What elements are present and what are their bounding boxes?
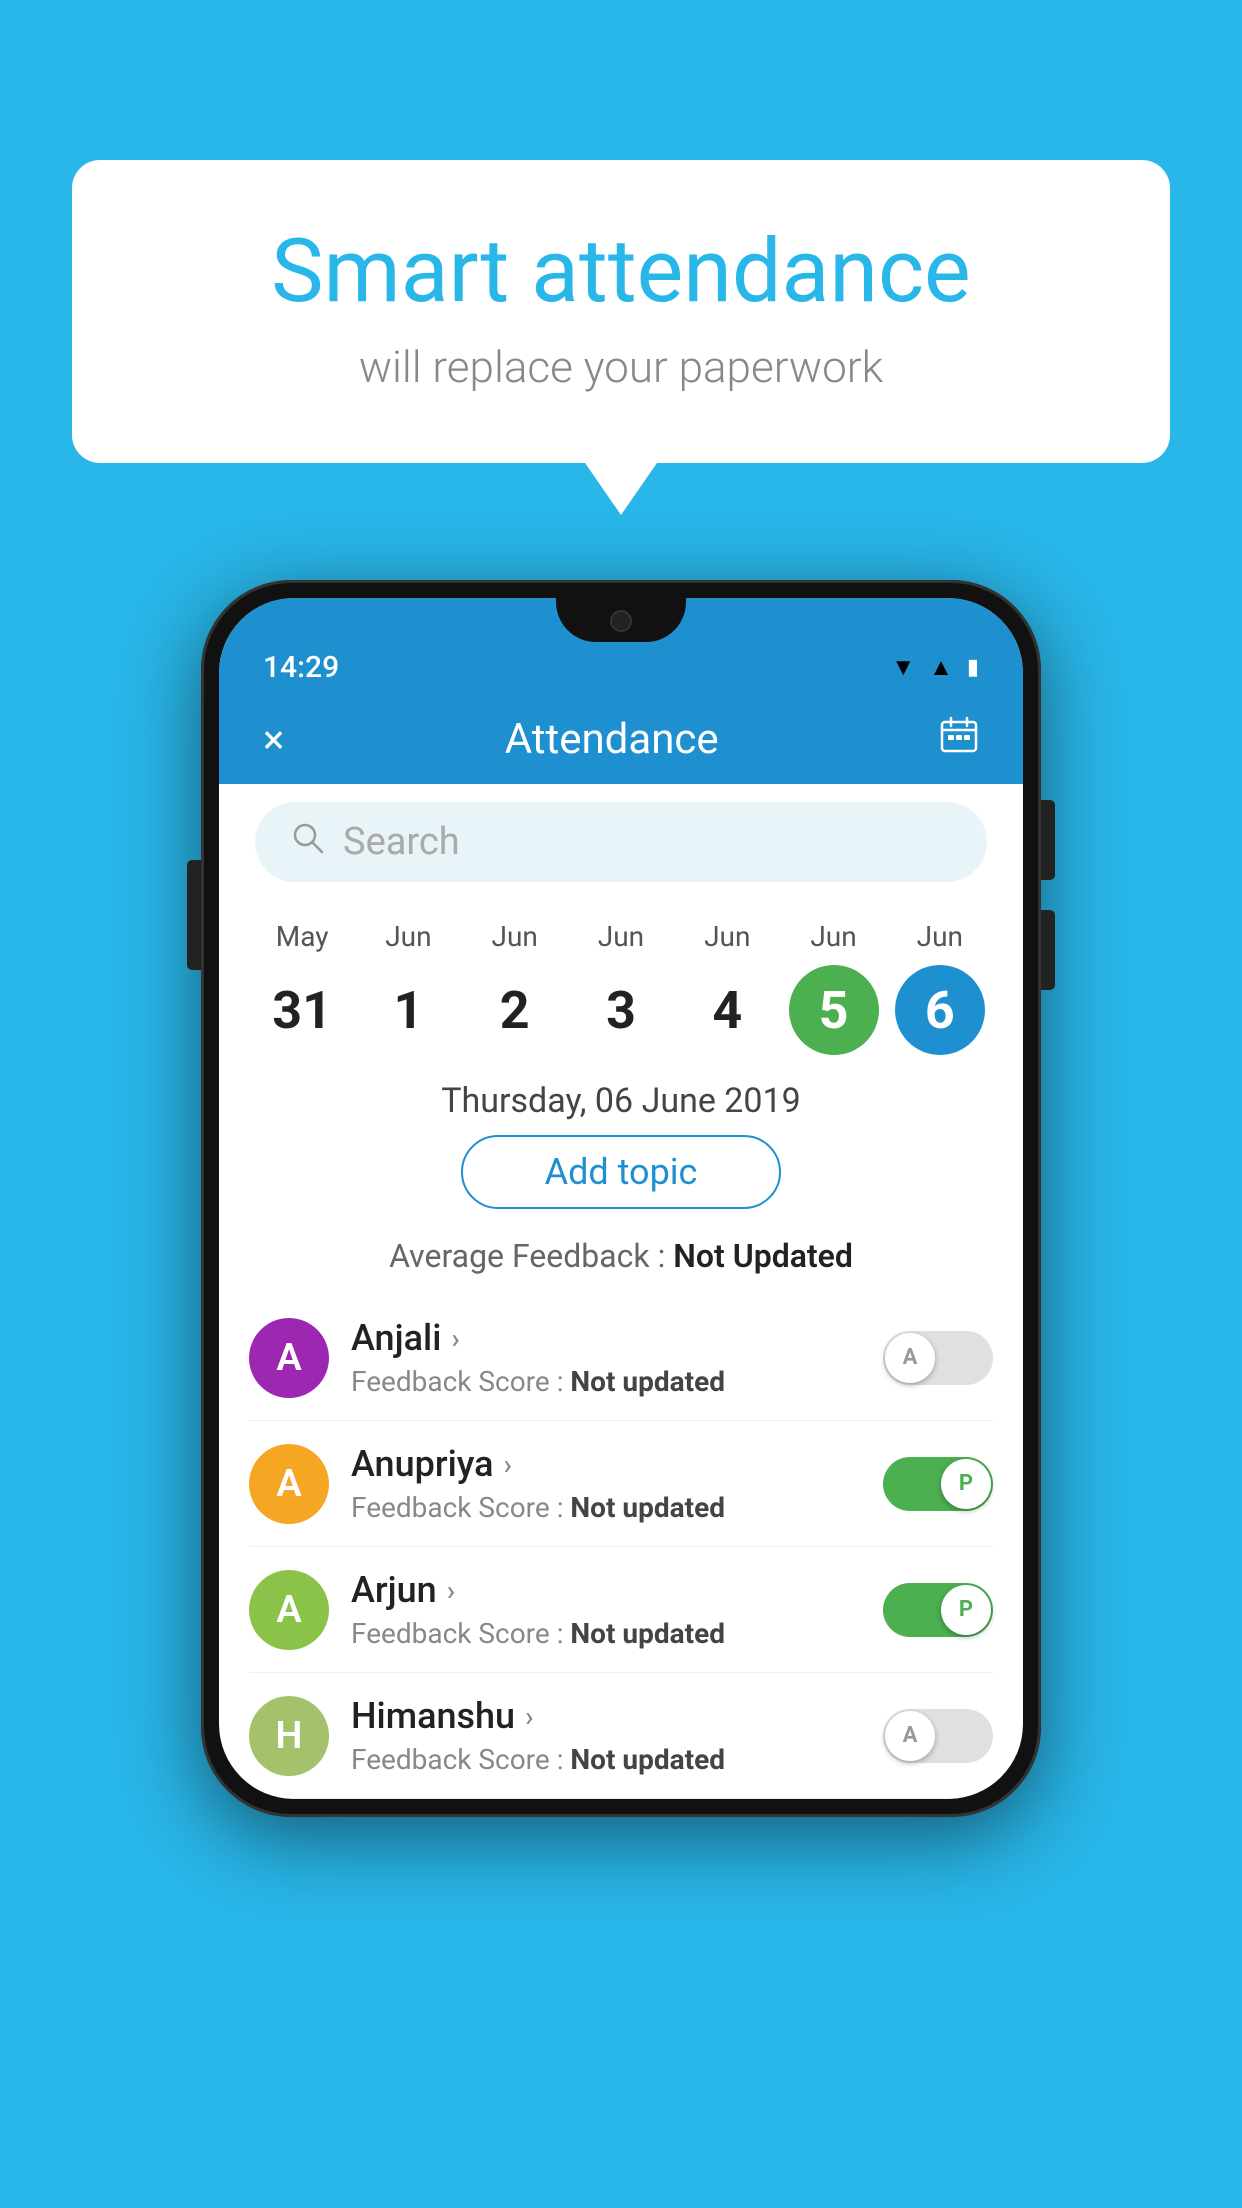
calendar-month: May (276, 920, 329, 953)
calendar-month: Jun (704, 920, 750, 953)
calendar-date: 6 (895, 965, 985, 1055)
avg-feedback-value: Not Updated (673, 1237, 853, 1275)
calendar-date: 5 (789, 965, 879, 1055)
avg-feedback-prefix: Average Feedback : (389, 1237, 673, 1275)
calendar-month: Jun (810, 920, 856, 953)
toggle-knob: A (885, 1711, 935, 1761)
student-info: Arjun › Feedback Score : Not updated (351, 1569, 861, 1650)
app-bar: × Attendance (219, 695, 1023, 784)
student-info: Anjali › Feedback Score : Not updated (351, 1317, 861, 1398)
volume-up-button (1041, 800, 1055, 880)
student-feedback: Feedback Score : Not updated (351, 1617, 861, 1650)
calendar-month: Jun (917, 920, 963, 953)
speech-bubble-title: Smart attendance (152, 220, 1090, 323)
calendar-month: Jun (598, 920, 644, 953)
battery-icon: ▮ (967, 655, 979, 680)
student-item[interactable]: A Arjun › Feedback Score : Not updated P (249, 1547, 993, 1673)
student-name: Anupriya › (351, 1443, 861, 1485)
calendar-date: 4 (682, 965, 772, 1055)
student-info: Anupriya › Feedback Score : Not updated (351, 1443, 861, 1524)
phone-screen-outer: 14:29 ▼ ▲ ▮ × Attendance (219, 598, 1023, 1799)
calendar-date: 3 (576, 965, 666, 1055)
phone-notch (556, 598, 686, 642)
wifi-icon: ▼ (891, 653, 915, 682)
student-feedback: Feedback Score : Not updated (351, 1743, 861, 1776)
student-avatar: A (249, 1444, 329, 1524)
student-avatar: A (249, 1318, 329, 1398)
student-feedback: Feedback Score : Not updated (351, 1491, 861, 1524)
calendar-date: 2 (470, 965, 560, 1055)
status-time: 14:29 (263, 650, 339, 685)
toggle-knob: A (885, 1333, 935, 1383)
calendar-day[interactable]: Jun 4 (682, 920, 772, 1055)
student-item[interactable]: A Anupriya › Feedback Score : Not updated P (249, 1421, 993, 1547)
toggle-knob: P (941, 1459, 991, 1509)
calendar-date: 1 (363, 965, 453, 1055)
volume-down-button (1041, 910, 1055, 990)
student-item[interactable]: H Himanshu › Feedback Score : Not updated A (249, 1673, 993, 1799)
student-list: AAnjali ›Feedback Score : Not updatedAAA… (219, 1295, 1023, 1799)
calendar-day[interactable]: Jun 3 (576, 920, 666, 1055)
chevron-icon: › (447, 1574, 455, 1607)
add-topic-button[interactable]: Add topic (461, 1135, 781, 1209)
calendar-icon[interactable] (939, 715, 979, 764)
attendance-toggle[interactable]: P (883, 1457, 993, 1511)
calendar-day[interactable]: Jun 2 (470, 920, 560, 1055)
attendance-toggle[interactable]: P (883, 1583, 993, 1637)
calendar-strip: May 31 Jun 1 Jun 2 Jun 3 Jun 4 Jun 5 Jun 6 (219, 900, 1023, 1065)
student-name: Arjun › (351, 1569, 861, 1611)
avg-feedback: Average Feedback : Not Updated (219, 1229, 1023, 1295)
search-icon (291, 821, 325, 864)
phone-container: 14:29 ▼ ▲ ▮ × Attendance (201, 580, 1041, 1817)
search-bar[interactable]: Search (255, 802, 987, 882)
app-bar-title: Attendance (505, 715, 719, 764)
speech-bubble: Smart attendance will replace your paper… (72, 160, 1170, 463)
calendar-day[interactable]: Jun 5 (789, 920, 879, 1055)
phone-camera (610, 610, 632, 632)
chevron-icon: › (451, 1322, 459, 1355)
toggle-knob: P (941, 1585, 991, 1635)
calendar-month: Jun (492, 920, 538, 953)
student-avatar: A (249, 1570, 329, 1650)
chevron-icon: › (504, 1448, 512, 1481)
student-item[interactable]: A Anjali › Feedback Score : Not updated A (249, 1295, 993, 1421)
phone-screen: 14:29 ▼ ▲ ▮ × Attendance (219, 598, 1023, 1799)
attendance-toggle[interactable]: A (883, 1331, 993, 1385)
student-name: Himanshu › (351, 1695, 861, 1737)
speech-bubble-container: Smart attendance will replace your paper… (72, 160, 1170, 463)
calendar-day[interactable]: Jun 6 (895, 920, 985, 1055)
calendar-date: 31 (257, 965, 347, 1055)
chevron-icon: › (525, 1700, 533, 1733)
speech-bubble-subtitle: will replace your paperwork (152, 341, 1090, 393)
calendar-day[interactable]: Jun 1 (363, 920, 453, 1055)
student-feedback: Feedback Score : Not updated (351, 1365, 861, 1398)
status-icons: ▼ ▲ ▮ (891, 653, 979, 682)
student-avatar: H (249, 1696, 329, 1776)
signal-icon: ▲ (929, 653, 953, 682)
close-button[interactable]: × (263, 716, 284, 763)
student-info: Himanshu › Feedback Score : Not updated (351, 1695, 861, 1776)
date-label: Thursday, 06 June 2019 (219, 1065, 1023, 1135)
student-name: Anjali › (351, 1317, 861, 1359)
power-button (187, 860, 201, 970)
calendar-day[interactable]: May 31 (257, 920, 347, 1055)
phone-shell: 14:29 ▼ ▲ ▮ × Attendance (201, 580, 1041, 1817)
attendance-toggle[interactable]: A (883, 1709, 993, 1763)
search-placeholder: Search (343, 820, 460, 864)
calendar-month: Jun (385, 920, 431, 953)
